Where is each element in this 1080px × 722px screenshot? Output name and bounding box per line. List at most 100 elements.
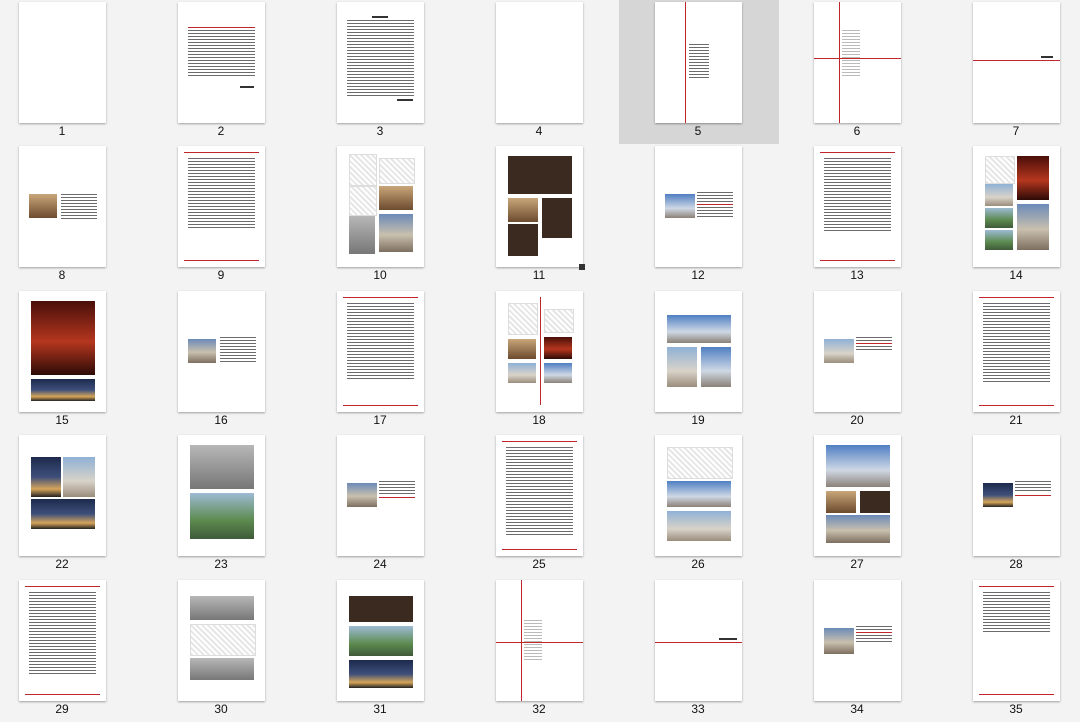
page-number: 30 (214, 702, 228, 716)
thumbnail-page-17[interactable]: 17 (318, 289, 477, 433)
page-number: 31 (373, 702, 387, 716)
thumbnail-page-32[interactable]: 32 (477, 578, 636, 722)
page-number: 8 (58, 268, 66, 282)
thumbnail-page-10[interactable]: 10 (318, 144, 477, 288)
scroll-marker (579, 264, 585, 270)
page-preview (655, 435, 742, 556)
page-preview (973, 146, 1060, 267)
page-preview (814, 2, 901, 123)
page-number: 3 (376, 124, 384, 138)
page-number: 13 (850, 268, 864, 282)
thumbnail-page-24[interactable]: 24 (318, 433, 477, 577)
thumbnail-page-11[interactable]: 11 (477, 144, 636, 288)
page-number: 10 (373, 268, 387, 282)
thumbnail-page-27[interactable]: 27 (795, 433, 954, 577)
thumbnail-page-6[interactable]: 6 (795, 0, 954, 144)
page-preview (655, 291, 742, 412)
page-number: 28 (1009, 557, 1023, 571)
page-number: 18 (532, 413, 546, 427)
thumbnail-page-19[interactable]: 19 (636, 289, 795, 433)
page-preview (496, 435, 583, 556)
thumbnail-page-31[interactable]: 31 (318, 578, 477, 722)
page-preview (19, 580, 106, 701)
thumbnail-page-33[interactable]: 33 (636, 578, 795, 722)
thumbnail-page-2[interactable]: 2 (159, 0, 318, 144)
page-number: 15 (55, 413, 69, 427)
page-preview (19, 146, 106, 267)
thumbnail-page-12[interactable]: 12 (636, 144, 795, 288)
page-number: 26 (691, 557, 705, 571)
page-preview (496, 146, 583, 267)
page-preview (973, 2, 1060, 123)
page-number: 14 (1009, 268, 1023, 282)
thumbnail-page-15[interactable]: 15 (0, 289, 159, 433)
thumbnail-page-20[interactable]: 20 (795, 289, 954, 433)
page-number: 24 (373, 557, 387, 571)
page-preview (814, 435, 901, 556)
page-number: 11 (532, 268, 546, 282)
page-number: 25 (532, 557, 546, 571)
page-number: 9 (217, 268, 225, 282)
page-number: 2 (217, 124, 225, 138)
page-preview (973, 435, 1060, 556)
thumbnail-page-1[interactable]: 1 (0, 0, 159, 144)
thumbnail-page-7[interactable]: 7 (954, 0, 1080, 144)
page-preview (178, 435, 265, 556)
thumbnail-page-21[interactable]: 21 (954, 289, 1080, 433)
page-preview (655, 580, 742, 701)
page-number: 23 (214, 557, 228, 571)
page-preview (814, 146, 901, 267)
page-preview (337, 580, 424, 701)
page-preview (19, 291, 106, 412)
thumbnail-page-34[interactable]: 34 (795, 578, 954, 722)
page-number: 5 (694, 124, 702, 138)
thumbnail-page-30[interactable]: 30 (159, 578, 318, 722)
page-number: 17 (373, 413, 387, 427)
thumbnail-page-9[interactable]: 9 (159, 144, 318, 288)
page-preview (496, 291, 583, 412)
page-number: 16 (214, 413, 228, 427)
page-preview (337, 435, 424, 556)
page-number: 7 (1012, 124, 1020, 138)
page-number: 22 (55, 557, 69, 571)
page-preview (496, 2, 583, 123)
page-preview (337, 291, 424, 412)
thumbnail-page-3[interactable]: 3 (318, 0, 477, 144)
page-preview (973, 291, 1060, 412)
page-preview (19, 435, 106, 556)
page-preview (814, 580, 901, 701)
page-number: 4 (535, 124, 543, 138)
page-number: 32 (532, 702, 546, 716)
thumbnail-page-28[interactable]: 28 (954, 433, 1080, 577)
page-preview (337, 2, 424, 123)
thumbnail-page-4[interactable]: 4 (477, 0, 636, 144)
page-preview (178, 146, 265, 267)
page-preview (178, 580, 265, 701)
page-number: 33 (691, 702, 705, 716)
thumbnail-page-13[interactable]: 13 (795, 144, 954, 288)
thumbnail-page-23[interactable]: 23 (159, 433, 318, 577)
thumbnail-page-35[interactable]: 35 (954, 578, 1080, 722)
thumbnail-page-16[interactable]: 16 (159, 289, 318, 433)
thumbnail-page-22[interactable]: 22 (0, 433, 159, 577)
thumbnail-page-29[interactable]: 29 (0, 578, 159, 722)
page-preview (178, 291, 265, 412)
thumbnail-page-14[interactable]: 14 (954, 144, 1080, 288)
page-number: 6 (853, 124, 861, 138)
page-preview (19, 2, 106, 123)
thumbnail-page-25[interactable]: 25 (477, 433, 636, 577)
page-preview (655, 2, 742, 123)
photo-thumbnail (29, 194, 57, 218)
page-preview (178, 2, 265, 123)
page-number: 29 (55, 702, 69, 716)
thumbnail-page-5[interactable]: 5 (619, 0, 779, 144)
thumbnail-page-8[interactable]: 8 (0, 144, 159, 288)
thumbnail-page-26[interactable]: 26 (636, 433, 795, 577)
page-number: 35 (1009, 702, 1023, 716)
page-number: 12 (691, 268, 705, 282)
page-preview (337, 146, 424, 267)
page-preview (814, 291, 901, 412)
page-preview (973, 580, 1060, 701)
thumbnail-page-18[interactable]: 18 (477, 289, 636, 433)
page-number: 34 (850, 702, 864, 716)
